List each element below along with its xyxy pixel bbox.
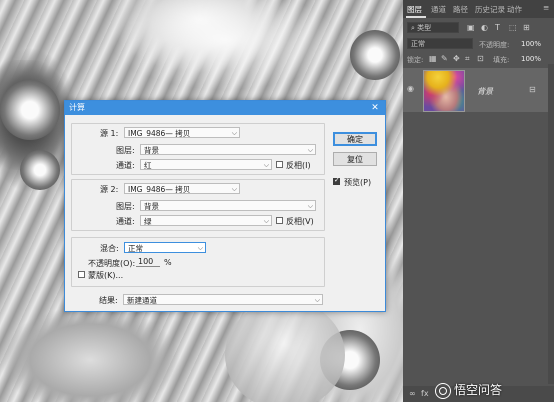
chevron-down-icon: ⌵ (231, 129, 237, 137)
reset-button[interactable]: 复位 (333, 152, 377, 166)
preview-checkbox[interactable] (333, 176, 340, 185)
layer-name: 背景 (477, 87, 493, 96)
tab-history[interactable]: 历史记录 (475, 4, 505, 15)
source2-invert-label: 反相(V) (286, 217, 314, 226)
result-value: 新建通道 (127, 296, 157, 305)
source2-layer-select[interactable]: 背景 ⌵ (140, 200, 316, 211)
dialog-title: 计算 (69, 103, 85, 112)
source1-layer-label: 图层: (116, 146, 135, 155)
layer-kind-filter[interactable]: ⌕ 类型 (407, 22, 459, 33)
source1-invert-label: 反相(I) (286, 161, 311, 170)
shape-filter-icon[interactable]: ⬚ (509, 23, 517, 32)
image-flower (350, 30, 400, 80)
source1-channel-select[interactable]: 红 ⌵ (140, 159, 272, 170)
chevron-down-icon: ⌵ (263, 217, 269, 225)
layer-thumbnail (423, 70, 465, 112)
ok-button[interactable]: 确定 (333, 132, 377, 146)
result-label: 结果: (99, 296, 118, 305)
source1-invert-checkbox[interactable] (276, 161, 283, 168)
source1-layer-value: 背景 (144, 146, 159, 155)
adjustment-filter-icon[interactable]: ◐ (481, 23, 488, 32)
calculations-dialog: 计算 ✕ 源 1: IMG_9486— 拷贝 ⌵ 图层: 背景 ⌵ 通道: 红 ⌵ 反… (64, 100, 386, 312)
layers-panel: 图层 通道 路径 历史记录 动作 ≡ ⌕ 类型 ▣ ◐ T ⬚ ⊞ 正常 不透明… (403, 0, 554, 402)
chevron-down-icon: ⌵ (197, 244, 203, 252)
tab-paths[interactable]: 路径 (453, 4, 468, 15)
blend-mode-select[interactable]: 正常 ⌵ (124, 242, 206, 253)
type-filter-icon[interactable]: T (495, 23, 500, 32)
panel-tabs: 图层 通道 路径 历史记录 动作 ≡ (403, 0, 554, 18)
source2-channel-select[interactable]: 绿 ⌵ (140, 215, 272, 226)
layer-blend-mode-select[interactable]: 正常 (407, 38, 473, 49)
lock-label: 锁定: (407, 56, 424, 64)
lock-transparency-icon[interactable]: ▦ (429, 54, 437, 63)
chevron-down-icon: ⌵ (314, 296, 320, 304)
mask-checkbox[interactable] (78, 271, 85, 278)
chevron-down-icon: ⌵ (307, 202, 313, 210)
tab-channels[interactable]: 通道 (431, 4, 446, 15)
chevron-down-icon: ⌵ (231, 185, 237, 193)
source2-channel-label: 通道: (116, 217, 135, 226)
chevron-down-icon: ⌵ (307, 146, 313, 154)
image-face (225, 300, 345, 402)
blend-mode-value: 正常 (128, 244, 143, 253)
layer-row-background[interactable]: ◉ 背景 ⊟ (403, 68, 548, 112)
blend-label: 混合: (100, 244, 119, 253)
source2-label: 源 2: (100, 185, 119, 194)
close-icon[interactable]: ✕ (369, 101, 381, 115)
lock-artboard-icon[interactable]: ⌗ (465, 54, 470, 64)
image-flower (0, 80, 60, 140)
source1-channel-label: 通道: (116, 161, 135, 170)
wukong-logo-icon (435, 382, 451, 399)
result-select[interactable]: 新建通道 ⌵ (123, 294, 323, 305)
active-tab-indicator (406, 16, 426, 18)
visibility-eye-icon[interactable]: ◉ (407, 84, 414, 93)
tab-layers[interactable]: 图层 (407, 4, 422, 15)
fill-label: 填充: (493, 56, 510, 64)
blend-group: 混合: 正常 ⌵ 不透明度(O): 100 % 蒙版(K)... (71, 237, 325, 287)
chevron-down-icon: ⌵ (263, 161, 269, 169)
source2-file-value: IMG_9486— 拷贝 (128, 185, 191, 194)
source2-file-select[interactable]: IMG_9486— 拷贝 ⌵ (124, 183, 240, 194)
search-icon: ⌕ (411, 24, 415, 32)
lock-paint-icon[interactable]: ✎ (441, 54, 448, 63)
image-flower (20, 150, 60, 190)
opacity-input[interactable]: 100 (136, 257, 160, 267)
lock-all-icon[interactable]: ⊡ (477, 54, 484, 63)
link-layers-icon[interactable]: ∞ (409, 389, 416, 398)
source2-group: 源 2: IMG_9486— 拷贝 ⌵ 图层: 背景 ⌵ 通道: 绿 ⌵ 反相(V) (71, 179, 325, 231)
lock-position-icon[interactable]: ✥ (453, 54, 460, 63)
layer-blend-mode-value: 正常 (411, 40, 425, 48)
kind-filter-value: 类型 (417, 24, 432, 32)
fill-value[interactable]: 100% (521, 55, 541, 63)
source2-invert-checkbox[interactable] (276, 217, 283, 224)
watermark: 悟空问答 (435, 381, 502, 399)
opacity-unit: % (164, 258, 172, 267)
dialog-titlebar[interactable]: 计算 ✕ (65, 101, 385, 115)
image-hair-highlight (110, 0, 340, 90)
source1-file-select[interactable]: IMG_9486— 拷贝 ⌵ (124, 127, 240, 138)
source1-group: 源 1: IMG_9486— 拷贝 ⌵ 图层: 背景 ⌵ 通道: 红 ⌵ 反相(I) (71, 123, 325, 175)
source1-file-value: IMG_9486— 拷贝 (128, 129, 191, 138)
source1-label: 源 1: (100, 129, 119, 138)
layer-opacity-label: 不透明度: (479, 41, 510, 49)
source1-channel-value: 红 (144, 161, 152, 170)
panel-scrollbar[interactable] (548, 64, 554, 384)
source2-layer-value: 背景 (144, 202, 159, 211)
tab-actions[interactable]: 动作 (507, 4, 522, 15)
watermark-text: 悟空问答 (454, 383, 503, 397)
pixel-filter-icon[interactable]: ▣ (467, 23, 475, 32)
preview-label: 预览(P) (344, 178, 372, 187)
opacity-label: 不透明度(O): (88, 259, 136, 268)
source2-channel-value: 绿 (144, 217, 152, 226)
source2-layer-label: 图层: (116, 202, 135, 211)
layer-lock-icon: ⊟ (529, 85, 536, 94)
layer-opacity-value[interactable]: 100% (521, 40, 541, 48)
fx-icon[interactable]: fx (421, 389, 429, 398)
mask-label: 蒙版(K)... (88, 271, 124, 280)
smart-object-filter-icon[interactable]: ⊞ (523, 23, 530, 32)
source1-layer-select[interactable]: 背景 ⌵ (140, 144, 316, 155)
panel-menu-icon[interactable]: ≡ (543, 3, 549, 12)
